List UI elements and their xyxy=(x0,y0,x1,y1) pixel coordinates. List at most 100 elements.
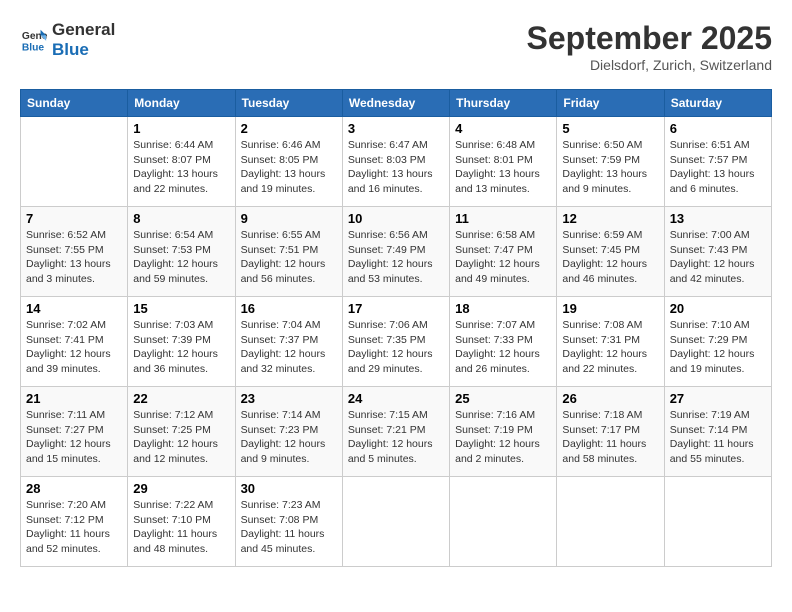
day-number: 13 xyxy=(670,211,766,226)
day-number: 22 xyxy=(133,391,229,406)
calendar-cell: 10Sunrise: 6:56 AMSunset: 7:49 PMDayligh… xyxy=(342,207,449,297)
calendar-cell: 30Sunrise: 7:23 AMSunset: 7:08 PMDayligh… xyxy=(235,477,342,567)
day-number: 21 xyxy=(26,391,122,406)
location: Dielsdorf, Zurich, Switzerland xyxy=(527,57,772,73)
calendar-cell: 14 Sunrise: 7:02 AMSunset: 7:41 PMDayligh… xyxy=(21,297,128,387)
calendar-cell: 8 Sunrise: 6:54 AMSunset: 7:53 PMDaylight… xyxy=(128,207,235,297)
title-block: September 2025 Dielsdorf, Zurich, Switze… xyxy=(527,20,772,73)
day-number: 2 xyxy=(241,121,337,136)
day-number: 12 xyxy=(562,211,658,226)
calendar-cell: 17 Sunrise: 7:06 AMSunset: 7:35 PMDayligh… xyxy=(342,297,449,387)
day-number: 23 xyxy=(241,391,337,406)
day-number: 17 xyxy=(348,301,444,316)
calendar-week-1: 1 Sunrise: 6:44 AMSunset: 8:07 PMDaylight… xyxy=(21,117,772,207)
day-info: Sunrise: 6:47 AMSunset: 8:03 PMDaylight:… xyxy=(348,138,444,197)
calendar-week-2: 7 Sunrise: 6:52 AMSunset: 7:55 PMDaylight… xyxy=(21,207,772,297)
day-number: 8 xyxy=(133,211,229,226)
calendar-cell: 1 Sunrise: 6:44 AMSunset: 8:07 PMDaylight… xyxy=(128,117,235,207)
calendar-cell: 11 Sunrise: 6:58 AMSunset: 7:47 PMDayligh… xyxy=(450,207,557,297)
calendar-cell: 24 Sunrise: 7:15 AMSunset: 7:21 PMDayligh… xyxy=(342,387,449,477)
day-number: 14 xyxy=(26,301,122,316)
calendar-cell: 7 Sunrise: 6:52 AMSunset: 7:55 PMDaylight… xyxy=(21,207,128,297)
day-number: 15 xyxy=(133,301,229,316)
day-number: 3 xyxy=(348,121,444,136)
calendar-cell: 22 Sunrise: 7:12 AMSunset: 7:25 PMDayligh… xyxy=(128,387,235,477)
calendar-week-5: 28Sunrise: 7:20 AMSunset: 7:12 PMDayligh… xyxy=(21,477,772,567)
col-header-monday: Monday xyxy=(128,90,235,117)
day-info: Sunrise: 7:15 AMSunset: 7:21 PMDaylight:… xyxy=(348,408,444,467)
day-info: Sunrise: 7:19 AMSunset: 7:14 PMDaylight:… xyxy=(670,408,766,467)
calendar-cell xyxy=(664,477,771,567)
day-info: Sunrise: 6:50 AMSunset: 7:59 PMDaylight:… xyxy=(562,138,658,197)
day-info: Sunrise: 7:06 AMSunset: 7:35 PMDaylight:… xyxy=(348,318,444,377)
day-info: Sunrise: 7:11 AMSunset: 7:27 PMDaylight:… xyxy=(26,408,122,467)
month-title: September 2025 xyxy=(527,20,772,57)
col-header-thursday: Thursday xyxy=(450,90,557,117)
day-info: Sunrise: 7:04 AMSunset: 7:37 PMDaylight:… xyxy=(241,318,337,377)
day-info: Sunrise: 6:59 AMSunset: 7:45 PMDaylight:… xyxy=(562,228,658,287)
col-header-friday: Friday xyxy=(557,90,664,117)
day-info: Sunrise: 6:52 AMSunset: 7:55 PMDaylight:… xyxy=(26,228,122,287)
day-info: Sunrise: 6:48 AMSunset: 8:01 PMDaylight:… xyxy=(455,138,551,197)
calendar-cell: 28Sunrise: 7:20 AMSunset: 7:12 PMDayligh… xyxy=(21,477,128,567)
day-info: Sunrise: 6:58 AMSunset: 7:47 PMDaylight:… xyxy=(455,228,551,287)
day-number: 26 xyxy=(562,391,658,406)
logo-blue: Blue xyxy=(52,40,115,60)
day-info: Sunrise: 7:02 AMSunset: 7:41 PMDaylight:… xyxy=(26,318,122,377)
day-number: 11 xyxy=(455,211,551,226)
day-info: Sunrise: 7:00 AMSunset: 7:43 PMDaylight:… xyxy=(670,228,766,287)
day-number: 7 xyxy=(26,211,122,226)
calendar-cell xyxy=(21,117,128,207)
col-header-wednesday: Wednesday xyxy=(342,90,449,117)
day-number: 27 xyxy=(670,391,766,406)
calendar-week-3: 14 Sunrise: 7:02 AMSunset: 7:41 PMDayligh… xyxy=(21,297,772,387)
calendar-cell: 15 Sunrise: 7:03 AMSunset: 7:39 PMDayligh… xyxy=(128,297,235,387)
calendar-cell: 12 Sunrise: 6:59 AMSunset: 7:45 PMDayligh… xyxy=(557,207,664,297)
day-info: Sunrise: 7:22 AMSunset: 7:10 PMDaylight:… xyxy=(133,498,229,557)
calendar-cell: 27 Sunrise: 7:19 AMSunset: 7:14 PMDayligh… xyxy=(664,387,771,477)
day-info: Sunrise: 7:16 AMSunset: 7:19 PMDaylight:… xyxy=(455,408,551,467)
day-info: Sunrise: 6:44 AMSunset: 8:07 PMDaylight:… xyxy=(133,138,229,197)
day-info: Sunrise: 7:12 AMSunset: 7:25 PMDaylight:… xyxy=(133,408,229,467)
calendar-cell: 29 Sunrise: 7:22 AMSunset: 7:10 PMDayligh… xyxy=(128,477,235,567)
logo: General Blue General Blue xyxy=(20,20,115,61)
calendar-cell: 2 Sunrise: 6:46 AMSunset: 8:05 PMDaylight… xyxy=(235,117,342,207)
calendar-cell: 25 Sunrise: 7:16 AMSunset: 7:19 PMDayligh… xyxy=(450,387,557,477)
col-header-tuesday: Tuesday xyxy=(235,90,342,117)
calendar-header-row: SundayMondayTuesdayWednesdayThursdayFrid… xyxy=(21,90,772,117)
day-info: Sunrise: 7:18 AMSunset: 7:17 PMDaylight:… xyxy=(562,408,658,467)
col-header-sunday: Sunday xyxy=(21,90,128,117)
calendar-cell: 9Sunrise: 6:55 AMSunset: 7:51 PMDaylight… xyxy=(235,207,342,297)
day-number: 30 xyxy=(241,481,337,496)
logo-general: General xyxy=(52,20,115,40)
calendar-cell: 4Sunrise: 6:48 AMSunset: 8:01 PMDaylight… xyxy=(450,117,557,207)
day-number: 10 xyxy=(348,211,444,226)
day-info: Sunrise: 6:55 AMSunset: 7:51 PMDaylight:… xyxy=(241,228,337,287)
calendar-week-4: 21 Sunrise: 7:11 AMSunset: 7:27 PMDayligh… xyxy=(21,387,772,477)
day-info: Sunrise: 7:07 AMSunset: 7:33 PMDaylight:… xyxy=(455,318,551,377)
calendar-cell: 23 Sunrise: 7:14 AMSunset: 7:23 PMDayligh… xyxy=(235,387,342,477)
calendar-cell: 16Sunrise: 7:04 AMSunset: 7:37 PMDayligh… xyxy=(235,297,342,387)
day-number: 25 xyxy=(455,391,551,406)
day-number: 1 xyxy=(133,121,229,136)
day-info: Sunrise: 7:03 AMSunset: 7:39 PMDaylight:… xyxy=(133,318,229,377)
day-info: Sunrise: 7:14 AMSunset: 7:23 PMDaylight:… xyxy=(241,408,337,467)
day-number: 29 xyxy=(133,481,229,496)
calendar-cell: 18 Sunrise: 7:07 AMSunset: 7:33 PMDayligh… xyxy=(450,297,557,387)
day-info: Sunrise: 7:08 AMSunset: 7:31 PMDaylight:… xyxy=(562,318,658,377)
day-info: Sunrise: 6:54 AMSunset: 7:53 PMDaylight:… xyxy=(133,228,229,287)
calendar-cell: 21 Sunrise: 7:11 AMSunset: 7:27 PMDayligh… xyxy=(21,387,128,477)
day-info: Sunrise: 7:20 AMSunset: 7:12 PMDaylight:… xyxy=(26,498,122,557)
calendar-cell: 26 Sunrise: 7:18 AMSunset: 7:17 PMDayligh… xyxy=(557,387,664,477)
page-header: General Blue General Blue September 2025… xyxy=(20,20,772,73)
svg-text:Blue: Blue xyxy=(22,43,45,54)
col-header-saturday: Saturday xyxy=(664,90,771,117)
day-number: 5 xyxy=(562,121,658,136)
day-info: Sunrise: 6:46 AMSunset: 8:05 PMDaylight:… xyxy=(241,138,337,197)
calendar-cell: 19Sunrise: 7:08 AMSunset: 7:31 PMDayligh… xyxy=(557,297,664,387)
day-number: 18 xyxy=(455,301,551,316)
calendar-cell: 6Sunrise: 6:51 AMSunset: 7:57 PMDaylight… xyxy=(664,117,771,207)
calendar-cell xyxy=(557,477,664,567)
day-number: 24 xyxy=(348,391,444,406)
calendar-table: SundayMondayTuesdayWednesdayThursdayFrid… xyxy=(20,89,772,567)
